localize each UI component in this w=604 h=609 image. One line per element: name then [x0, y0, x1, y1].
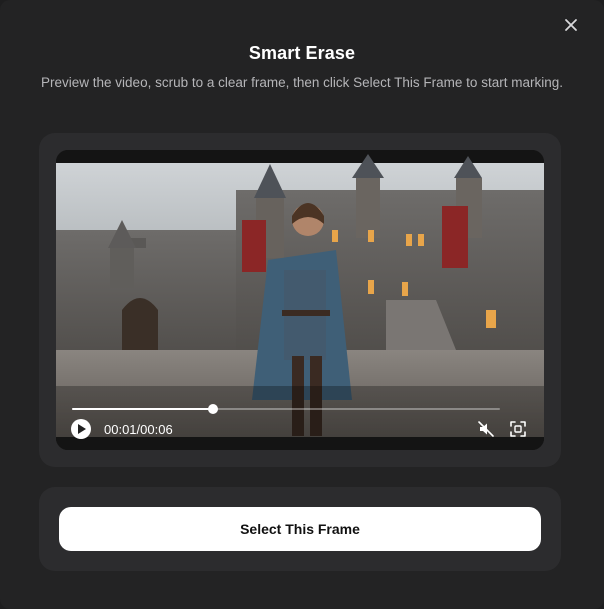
fullscreen-icon[interactable] [508, 419, 528, 439]
scrubber-progress [72, 408, 214, 410]
play-icon[interactable] [71, 419, 91, 439]
action-card: Select This Frame [39, 487, 561, 571]
close-icon[interactable] [560, 14, 582, 36]
time-display: 00:01/00:06 [104, 422, 173, 437]
video-frame [56, 150, 544, 450]
video-preview-card: 00:01/00:06 [39, 133, 561, 467]
smart-erase-dialog: Smart Erase Preview the video, scrub to … [0, 0, 604, 609]
video-scrubber[interactable] [72, 404, 500, 414]
dialog-subtitle: Preview the video, scrub to a clear fram… [41, 75, 563, 90]
video-player[interactable]: 00:01/00:06 [56, 150, 544, 450]
mute-icon[interactable] [476, 419, 496, 439]
dialog-title: Smart Erase [248, 43, 356, 63]
select-this-frame-button[interactable]: Select This Frame [59, 507, 541, 551]
